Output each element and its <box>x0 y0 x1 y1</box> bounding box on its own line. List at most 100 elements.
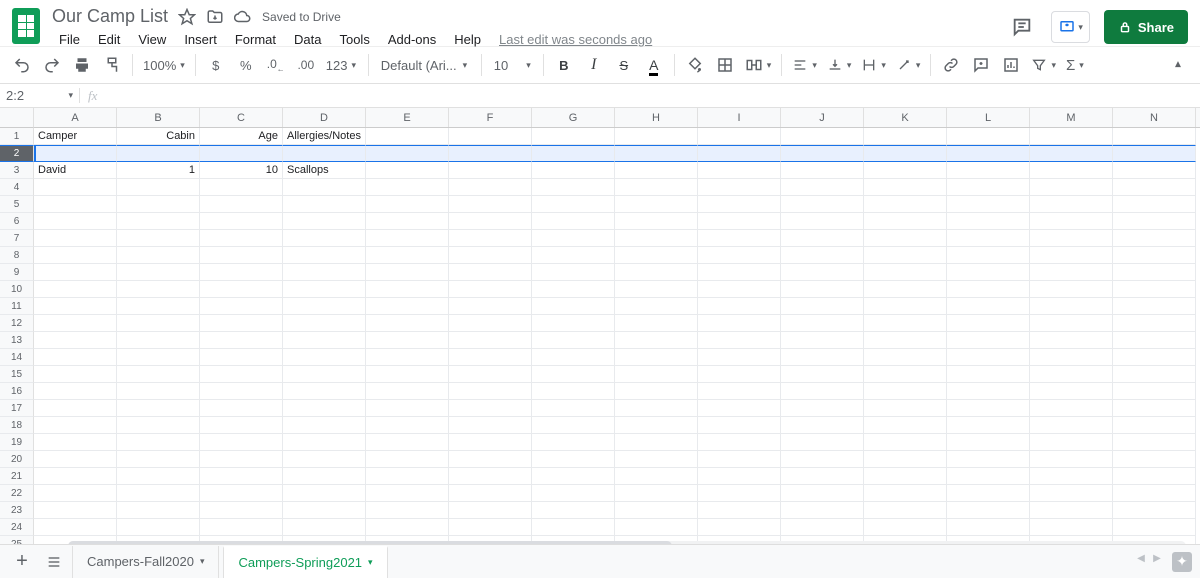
cell-I21[interactable] <box>698 468 781 485</box>
undo-button[interactable] <box>8 51 36 79</box>
menu-view[interactable]: View <box>131 29 173 50</box>
cell-F20[interactable] <box>449 451 532 468</box>
cell-D1[interactable]: Allergies/Notes <box>283 128 366 145</box>
add-sheet-button[interactable]: + <box>8 548 36 576</box>
insert-chart-button[interactable] <box>997 51 1025 79</box>
cell-N23[interactable] <box>1113 502 1196 519</box>
cell-F19[interactable] <box>449 434 532 451</box>
cell-N24[interactable] <box>1113 519 1196 536</box>
cell-C1[interactable]: Age <box>200 128 283 145</box>
cell-F18[interactable] <box>449 417 532 434</box>
cell-M17[interactable] <box>1030 400 1113 417</box>
cell-G1[interactable] <box>532 128 615 145</box>
column-header-H[interactable]: H <box>615 108 698 127</box>
column-header-F[interactable]: F <box>449 108 532 127</box>
move-icon[interactable] <box>206 8 224 26</box>
cell-L10[interactable] <box>947 281 1030 298</box>
cell-G17[interactable] <box>532 400 615 417</box>
cell-E15[interactable] <box>366 366 449 383</box>
star-icon[interactable] <box>178 8 196 26</box>
cell-B9[interactable] <box>117 264 200 281</box>
cell-J15[interactable] <box>781 366 864 383</box>
cell-B11[interactable] <box>117 298 200 315</box>
cell-D24[interactable] <box>283 519 366 536</box>
cell-M9[interactable] <box>1030 264 1113 281</box>
cell-E21[interactable] <box>366 468 449 485</box>
cell-D18[interactable] <box>283 417 366 434</box>
cell-N9[interactable] <box>1113 264 1196 281</box>
menu-data[interactable]: Data <box>287 29 328 50</box>
cell-L24[interactable] <box>947 519 1030 536</box>
comments-icon[interactable] <box>1007 12 1037 42</box>
cell-K21[interactable] <box>864 468 947 485</box>
cell-H12[interactable] <box>615 315 698 332</box>
cell-D19[interactable] <box>283 434 366 451</box>
cell-J18[interactable] <box>781 417 864 434</box>
italic-button[interactable]: I <box>580 51 608 79</box>
row-header-6[interactable]: 6 <box>0 213 34 230</box>
cell-K17[interactable] <box>864 400 947 417</box>
bold-button[interactable]: B <box>550 51 578 79</box>
explore-button[interactable]: ✦ <box>1172 552 1192 572</box>
cell-J20[interactable] <box>781 451 864 468</box>
cell-L17[interactable] <box>947 400 1030 417</box>
cell-B3[interactable]: 1 <box>117 162 200 179</box>
cell-N8[interactable] <box>1113 247 1196 264</box>
cell-G23[interactable] <box>532 502 615 519</box>
cell-J19[interactable] <box>781 434 864 451</box>
document-title[interactable]: Our Camp List <box>52 6 168 27</box>
cell-C15[interactable] <box>200 366 283 383</box>
cell-L12[interactable] <box>947 315 1030 332</box>
cell-L18[interactable] <box>947 417 1030 434</box>
cell-F7[interactable] <box>449 230 532 247</box>
cell-L13[interactable] <box>947 332 1030 349</box>
cell-E13[interactable] <box>366 332 449 349</box>
font-select[interactable]: Default (Ari...▾ <box>375 58 475 73</box>
cell-L9[interactable] <box>947 264 1030 281</box>
cell-F4[interactable] <box>449 179 532 196</box>
collapse-toolbar-button[interactable]: ▾ <box>1164 51 1192 79</box>
cell-M6[interactable] <box>1030 213 1113 230</box>
cell-M19[interactable] <box>1030 434 1113 451</box>
cell-J24[interactable] <box>781 519 864 536</box>
cell-N11[interactable] <box>1113 298 1196 315</box>
cell-E18[interactable] <box>366 417 449 434</box>
row-header-21[interactable]: 21 <box>0 468 34 485</box>
cell-J14[interactable] <box>781 349 864 366</box>
insert-comment-button[interactable] <box>967 51 995 79</box>
menu-tools[interactable]: Tools <box>332 29 376 50</box>
cell-A22[interactable] <box>34 485 117 502</box>
cell-I14[interactable] <box>698 349 781 366</box>
cell-B23[interactable] <box>117 502 200 519</box>
row-header-14[interactable]: 14 <box>0 349 34 366</box>
cell-H7[interactable] <box>615 230 698 247</box>
cell-M24[interactable] <box>1030 519 1113 536</box>
cell-C18[interactable] <box>200 417 283 434</box>
strikethrough-button[interactable]: S <box>610 51 638 79</box>
cell-I24[interactable] <box>698 519 781 536</box>
cell-D15[interactable] <box>283 366 366 383</box>
cell-I10[interactable] <box>698 281 781 298</box>
cell-C23[interactable] <box>200 502 283 519</box>
cell-K8[interactable] <box>864 247 947 264</box>
cell-H10[interactable] <box>615 281 698 298</box>
cell-K13[interactable] <box>864 332 947 349</box>
cell-M1[interactable] <box>1030 128 1113 145</box>
cell-H16[interactable] <box>615 383 698 400</box>
column-header-G[interactable]: G <box>532 108 615 127</box>
cell-K15[interactable] <box>864 366 947 383</box>
cell-N18[interactable] <box>1113 417 1196 434</box>
cell-G14[interactable] <box>532 349 615 366</box>
cell-K16[interactable] <box>864 383 947 400</box>
cell-L3[interactable] <box>947 162 1030 179</box>
cell-H6[interactable] <box>615 213 698 230</box>
cell-E11[interactable] <box>366 298 449 315</box>
sheet-tab-fall2020[interactable]: Campers-Fall2020▾ <box>72 546 219 578</box>
cell-F9[interactable] <box>449 264 532 281</box>
cell-M3[interactable] <box>1030 162 1113 179</box>
cell-G15[interactable] <box>532 366 615 383</box>
cell-H17[interactable] <box>615 400 698 417</box>
cell-B16[interactable] <box>117 383 200 400</box>
cell-M18[interactable] <box>1030 417 1113 434</box>
cell-M15[interactable] <box>1030 366 1113 383</box>
